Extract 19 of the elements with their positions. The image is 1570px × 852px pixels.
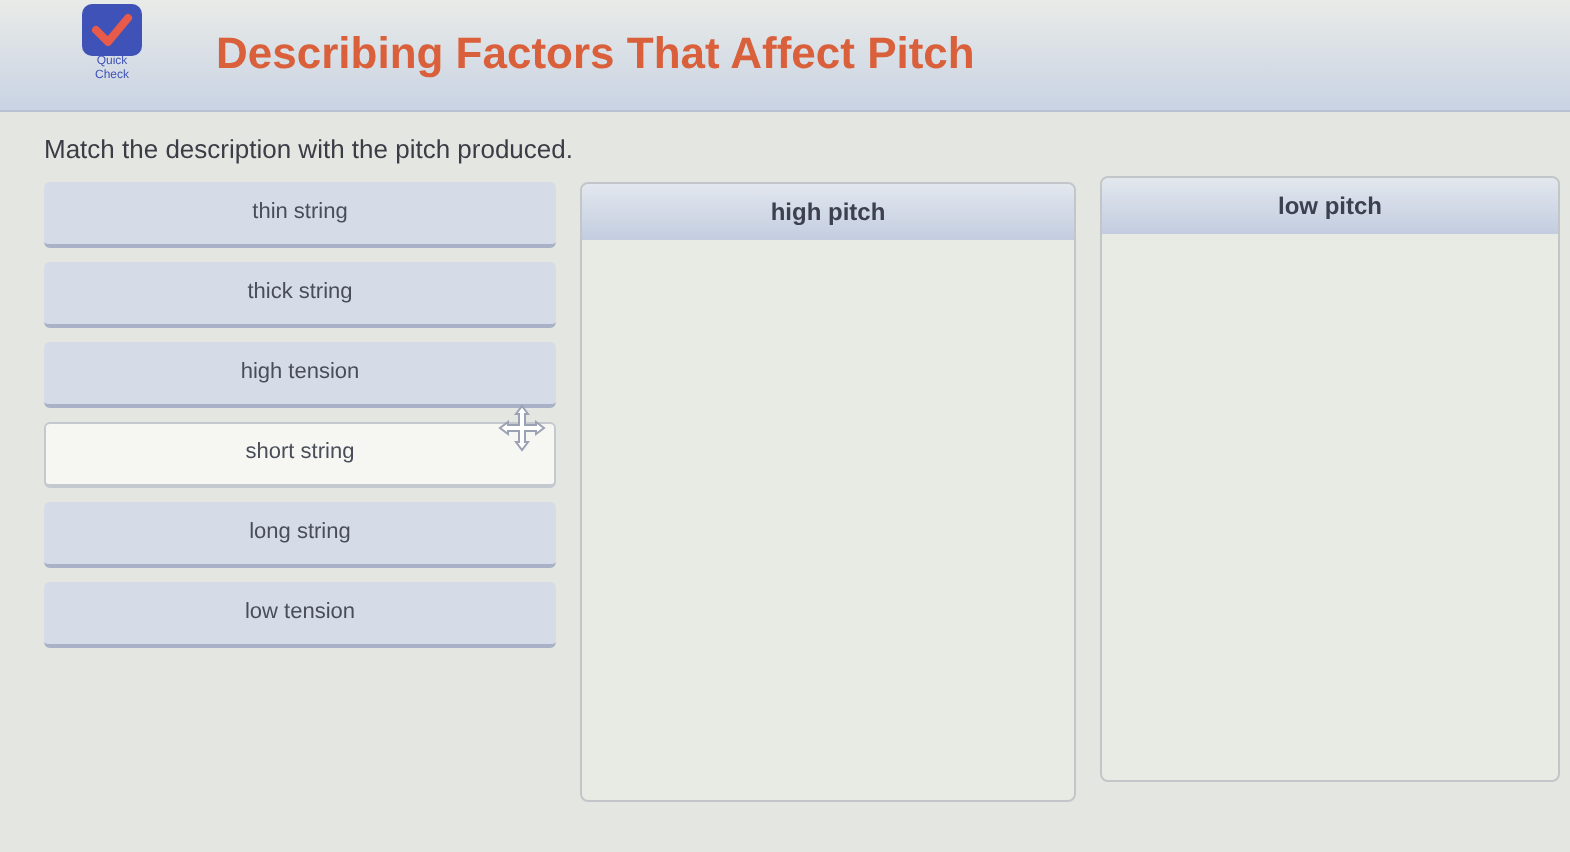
checkmark-icon — [82, 4, 142, 56]
tile-label: thin string — [252, 197, 348, 228]
instruction-text: Match the description with the pitch produced. — [44, 132, 575, 168]
column-header: high pitch — [582, 183, 1074, 239]
answer-tile[interactable]: thick string — [44, 261, 556, 327]
tile-label: high tension — [240, 357, 360, 388]
answer-tile[interactable]: long string — [44, 501, 556, 567]
column-header: low pitch — [1102, 177, 1558, 233]
tile-label: long string — [249, 517, 351, 548]
answer-tile[interactable]: high tension — [44, 341, 556, 407]
page-title: Describing Factors That Affect Pitch — [216, 26, 975, 82]
drop-column[interactable]: low pitch — [1100, 175, 1560, 781]
tile-label: low tension — [244, 597, 356, 628]
tile-label: short string — [245, 438, 355, 469]
tile-label: thick string — [247, 277, 353, 308]
answer-tile[interactable]: thin string — [44, 181, 556, 247]
drop-column[interactable]: high pitch — [580, 181, 1076, 801]
move-cursor-icon — [498, 403, 546, 451]
answer-tile[interactable]: low tension — [44, 581, 556, 647]
